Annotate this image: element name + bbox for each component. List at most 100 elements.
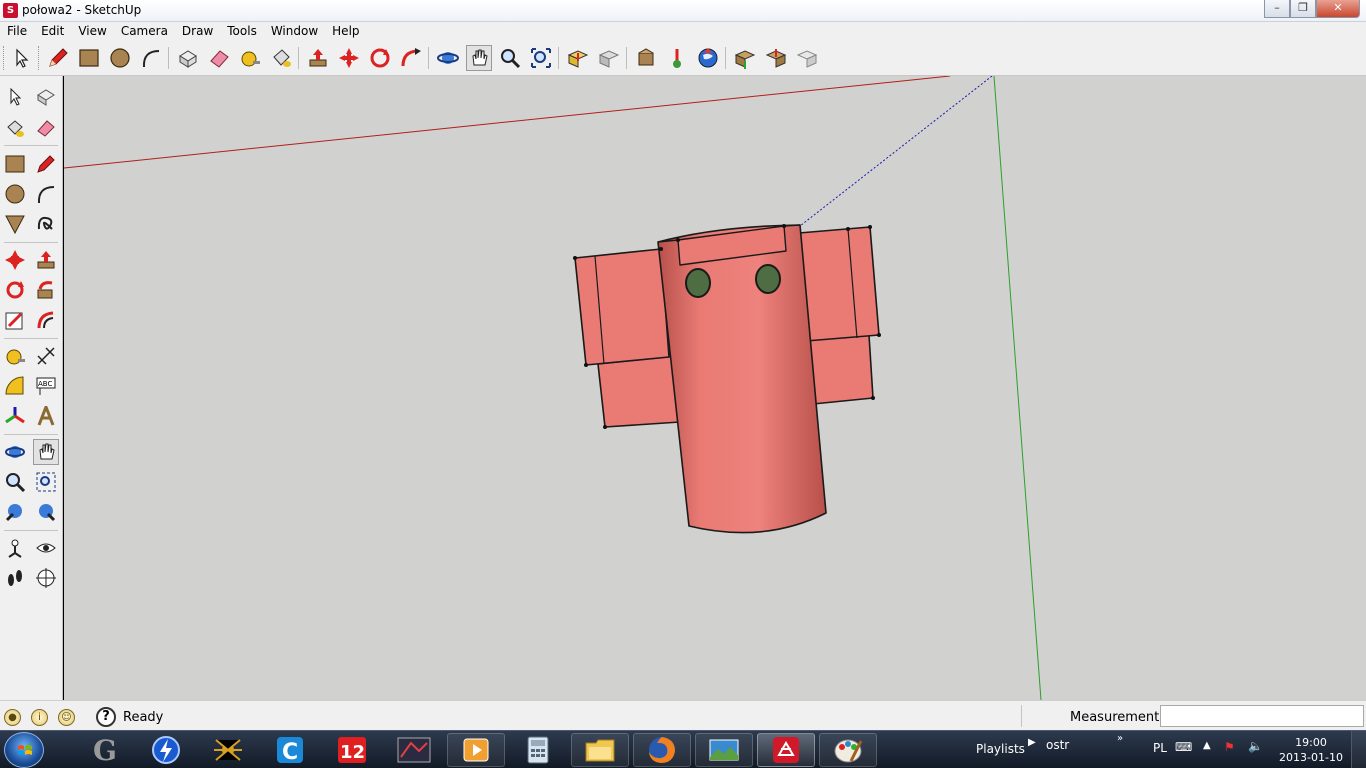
spider-app-icon[interactable]	[199, 733, 257, 767]
measurements-input[interactable]	[1160, 705, 1364, 727]
toolbar-grip[interactable]	[38, 46, 41, 70]
volume-icon[interactable]: 🔈	[1248, 739, 1263, 753]
drawing-viewport[interactable]	[64, 76, 1366, 700]
paint-bucket-icon[interactable]	[2, 115, 28, 141]
zoom-icon[interactable]	[497, 45, 523, 71]
offset-icon[interactable]	[33, 307, 59, 333]
menu-view[interactable]: View	[71, 22, 113, 41]
section-plane-icon[interactable]	[33, 565, 59, 591]
move-icon[interactable]	[336, 45, 362, 71]
circle-icon[interactable]	[107, 45, 133, 71]
restore-button[interactable]: ❐	[1290, 0, 1316, 18]
playlists-label[interactable]: Playlists	[976, 742, 1025, 756]
arc-icon[interactable]	[138, 45, 164, 71]
rotate-icon[interactable]	[367, 45, 393, 71]
get-photo-texture-icon[interactable]	[763, 45, 789, 71]
position-camera-icon[interactable]	[2, 535, 28, 561]
zoom-extents-icon[interactable]	[528, 45, 554, 71]
firefox-icon[interactable]	[633, 733, 691, 767]
show-desktop-button[interactable]	[1351, 731, 1366, 768]
pan-icon[interactable]	[466, 45, 492, 71]
start-button[interactable]	[4, 732, 44, 768]
select-icon[interactable]	[2, 84, 28, 110]
menu-draw[interactable]: Draw	[175, 22, 220, 41]
push-pull-icon[interactable]	[33, 247, 59, 273]
flash-app-icon[interactable]	[137, 733, 195, 767]
media-player-icon[interactable]	[447, 733, 505, 767]
paint-icon[interactable]	[819, 733, 877, 767]
sketchup-ex-app-icon[interactable]	[385, 733, 443, 767]
circle-icon[interactable]	[2, 181, 28, 207]
menu-window[interactable]: Window	[264, 22, 325, 41]
rectangle-icon[interactable]	[76, 45, 102, 71]
calculator-icon[interactable]	[509, 733, 567, 767]
select-icon[interactable]	[8, 45, 34, 71]
rotate-icon[interactable]	[2, 277, 28, 303]
freehand-icon[interactable]	[33, 211, 59, 237]
expand-icon[interactable]: »	[1117, 733, 1123, 744]
preview-earth-icon[interactable]	[732, 45, 758, 71]
push-pull-icon[interactable]	[305, 45, 331, 71]
pencil-icon[interactable]	[33, 151, 59, 177]
3d-text-icon[interactable]	[33, 403, 59, 429]
minimize-button[interactable]: –	[1264, 0, 1290, 18]
follow-me-icon[interactable]	[398, 45, 424, 71]
toolbar-grip[interactable]	[3, 46, 6, 70]
menu-tools[interactable]: Tools	[220, 22, 264, 41]
paint-bucket-icon[interactable]	[268, 45, 294, 71]
orbit-icon[interactable]	[2, 439, 28, 465]
get-models-icon[interactable]	[565, 45, 591, 71]
pan-icon[interactable]	[33, 439, 59, 465]
orbit-icon[interactable]	[435, 45, 461, 71]
menu-edit[interactable]: Edit	[34, 22, 71, 41]
scale-icon[interactable]	[2, 307, 28, 333]
previous-view-icon[interactable]	[2, 499, 28, 525]
eraser-icon[interactable]	[206, 45, 232, 71]
share-model-icon[interactable]	[596, 45, 622, 71]
g-app-icon[interactable]: G	[76, 733, 134, 767]
axes-icon[interactable]	[2, 403, 28, 429]
help-icon[interactable]: ?	[96, 707, 116, 727]
rectangle-icon[interactable]	[2, 151, 28, 177]
arc-icon[interactable]	[33, 181, 59, 207]
c-app-icon[interactable]: C	[261, 733, 319, 767]
zoom-icon[interactable]	[2, 469, 28, 495]
add-location-icon[interactable]	[664, 45, 690, 71]
pencil-icon[interactable]	[45, 45, 71, 71]
close-button[interactable]: ✕	[1316, 0, 1360, 18]
geo-location-icon[interactable]: ●	[4, 709, 21, 726]
credits-icon[interactable]: i	[31, 709, 48, 726]
dimension-icon[interactable]	[33, 343, 59, 369]
eraser-icon[interactable]	[33, 115, 59, 141]
12-app-icon[interactable]: 12	[323, 733, 381, 767]
components-icon[interactable]	[633, 45, 659, 71]
menu-file[interactable]: File	[0, 22, 34, 41]
share-component-icon[interactable]	[794, 45, 820, 71]
make-component-icon[interactable]	[175, 45, 201, 71]
tape-measure-icon[interactable]	[2, 343, 28, 369]
show-hidden-icons-icon[interactable]: ▲	[1203, 740, 1211, 751]
model-canvas[interactable]	[64, 76, 1366, 700]
play-icon[interactable]: ▶	[1028, 737, 1036, 748]
polygon-icon[interactable]	[2, 211, 28, 237]
keyboard-icon[interactable]: ⌨	[1175, 740, 1192, 754]
clock[interactable]: 19:00 2013-01-10	[1278, 735, 1344, 765]
language-indicator[interactable]: PL	[1153, 741, 1167, 755]
protractor-icon[interactable]	[2, 373, 28, 399]
move-icon[interactable]	[2, 247, 28, 273]
photos-icon[interactable]	[695, 733, 753, 767]
tape-measure-icon[interactable]	[237, 45, 263, 71]
user-icon[interactable]: ☺	[58, 709, 75, 726]
text-icon[interactable]: ABC	[33, 373, 59, 399]
google-earth-icon[interactable]	[695, 45, 721, 71]
follow-me-icon[interactable]	[33, 277, 59, 303]
sketchup-icon[interactable]	[757, 733, 815, 767]
look-around-icon[interactable]	[33, 535, 59, 561]
network-icon[interactable]: ⚑	[1224, 740, 1235, 754]
menu-help[interactable]: Help	[325, 22, 366, 41]
make-component-icon[interactable]	[33, 84, 59, 110]
playlist-name[interactable]: ostr	[1046, 738, 1069, 752]
sketchup-icon[interactable]: S	[3, 3, 18, 18]
next-view-icon[interactable]	[33, 499, 59, 525]
explorer-icon[interactable]	[571, 733, 629, 767]
